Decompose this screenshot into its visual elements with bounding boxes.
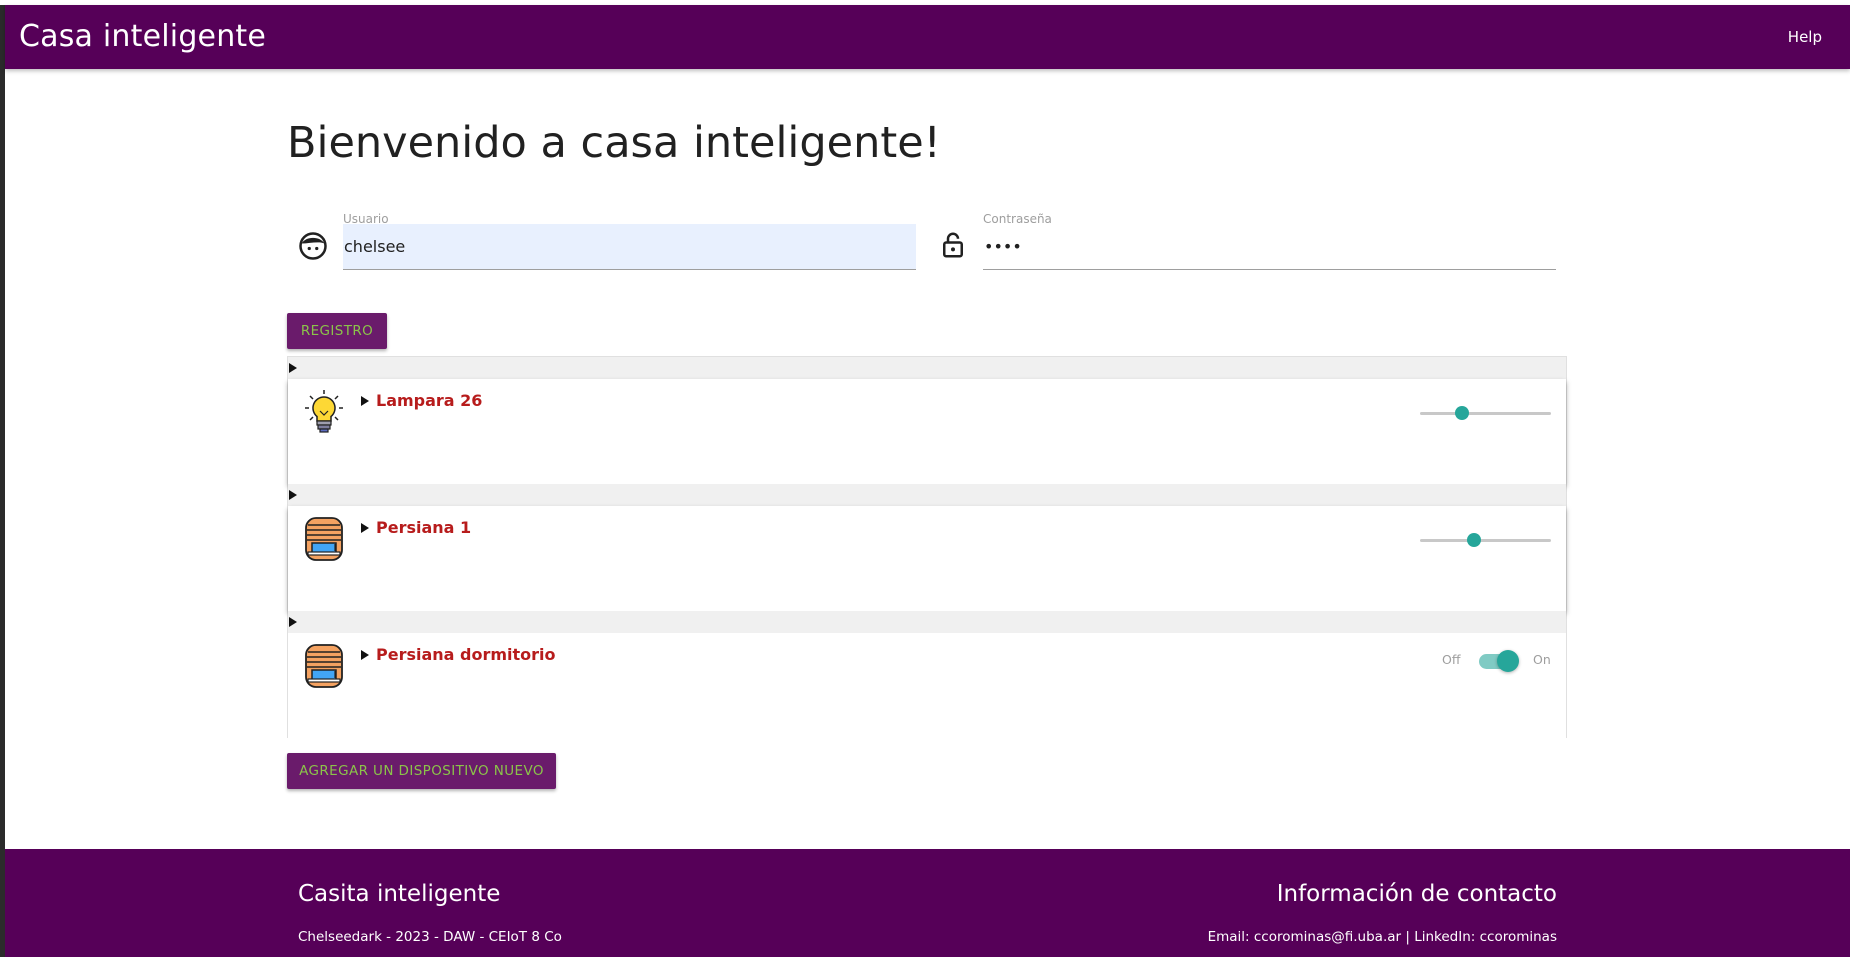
device-slider[interactable] <box>1420 533 1551 547</box>
window-blind-icon <box>305 517 343 561</box>
switch-off-label: Off <box>1442 652 1461 667</box>
window-left-edge <box>0 0 5 957</box>
collapsible-header[interactable] <box>288 357 1566 379</box>
help-link[interactable]: Help <box>1788 28 1822 46</box>
device-switch[interactable] <box>1479 650 1519 672</box>
device-name[interactable]: Persiana 1 <box>376 518 471 537</box>
device-body: Persiana dormitorio Off On <box>288 633 1566 738</box>
add-device-button[interactable]: AGREGAR UN DISPOSITIVO NUEVO <box>287 753 556 789</box>
lightbulb-icon <box>305 390 343 433</box>
face-icon <box>299 232 327 260</box>
device-list: Lampara 26 Persiana 1 Persiana dormitori… <box>287 356 1567 738</box>
device-item: Lampara 26 <box>288 357 1566 484</box>
password-input[interactable] <box>983 224 1556 270</box>
collapsible-header[interactable] <box>288 611 1566 633</box>
slider-thumb[interactable] <box>1466 533 1481 547</box>
footer-contact-text: Email: ccorominas@fi.uba.ar | LinkedIn: … <box>1207 929 1557 945</box>
page-title: Bienvenido a casa inteligente! <box>287 118 941 168</box>
device-name[interactable]: Persiana dormitorio <box>376 645 556 664</box>
collapsible-header[interactable] <box>288 484 1566 506</box>
lock-open-icon <box>943 232 963 258</box>
window-blind-icon <box>305 644 343 688</box>
navbar: Casa inteligente Help <box>5 5 1850 69</box>
device-name[interactable]: Lampara 26 <box>376 391 482 410</box>
device-slider[interactable] <box>1420 406 1551 420</box>
expand-arrow-icon[interactable] <box>361 396 369 406</box>
device-item: Persiana 1 <box>288 484 1566 611</box>
footer: Casita inteligente Chelseedark - 2023 - … <box>5 849 1850 957</box>
triangle-right-icon <box>289 617 297 627</box>
register-button[interactable]: REGISTRO <box>287 313 387 349</box>
slider-thumb[interactable] <box>1454 406 1469 420</box>
device-item: Persiana dormitorio Off On <box>288 611 1566 738</box>
user-input[interactable] <box>343 224 916 270</box>
device-body: Persiana 1 <box>288 506 1566 611</box>
switch-knob[interactable] <box>1497 650 1519 672</box>
brand-logo[interactable]: Casa inteligente <box>19 19 266 54</box>
expand-arrow-icon[interactable] <box>361 523 369 533</box>
footer-credits: Chelseedark - 2023 - DAW - CEIoT 8 Co <box>298 929 562 945</box>
footer-contact-title: Información de contacto <box>1276 881 1557 907</box>
triangle-right-icon <box>289 490 297 500</box>
device-body: Lampara 26 <box>288 379 1566 484</box>
switch-on-label: On <box>1533 652 1551 667</box>
triangle-right-icon <box>289 363 297 373</box>
expand-arrow-icon[interactable] <box>361 650 369 660</box>
footer-title: Casita inteligente <box>298 881 501 907</box>
